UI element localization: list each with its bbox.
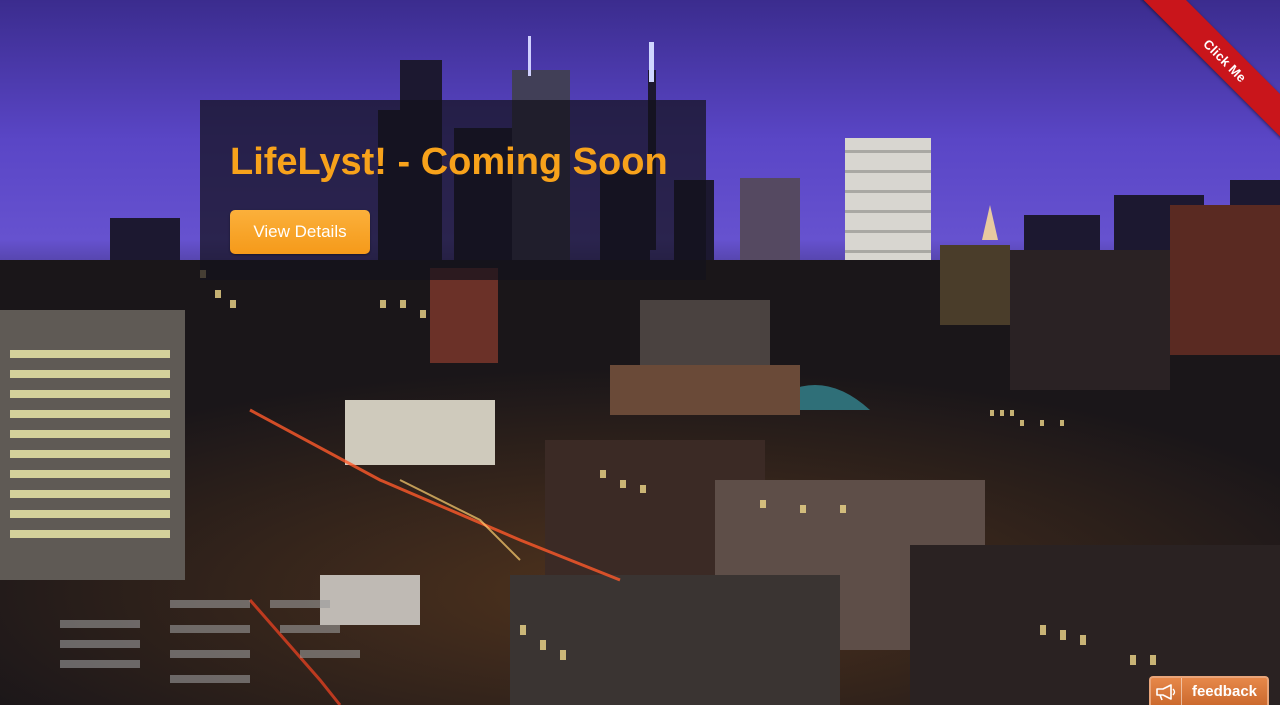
corner-ribbon[interactable]: Click Me: [1140, 0, 1280, 140]
hero-title: LifeLyst! - Coming Soon: [230, 141, 668, 183]
feedback-button[interactable]: feedback: [1149, 676, 1269, 705]
hero-panel: LifeLyst! - Coming Soon View Details: [200, 100, 706, 280]
feedback-label: feedback: [1191, 683, 1258, 700]
view-details-button[interactable]: View Details: [230, 210, 370, 254]
ribbon-label: Click Me: [1200, 35, 1250, 85]
landing-page: LifeLyst! - Coming Soon View Details Cli…: [0, 0, 1280, 705]
click-me-ribbon[interactable]: Click Me: [1140, 0, 1280, 140]
megaphone-icon: [1151, 678, 1182, 705]
